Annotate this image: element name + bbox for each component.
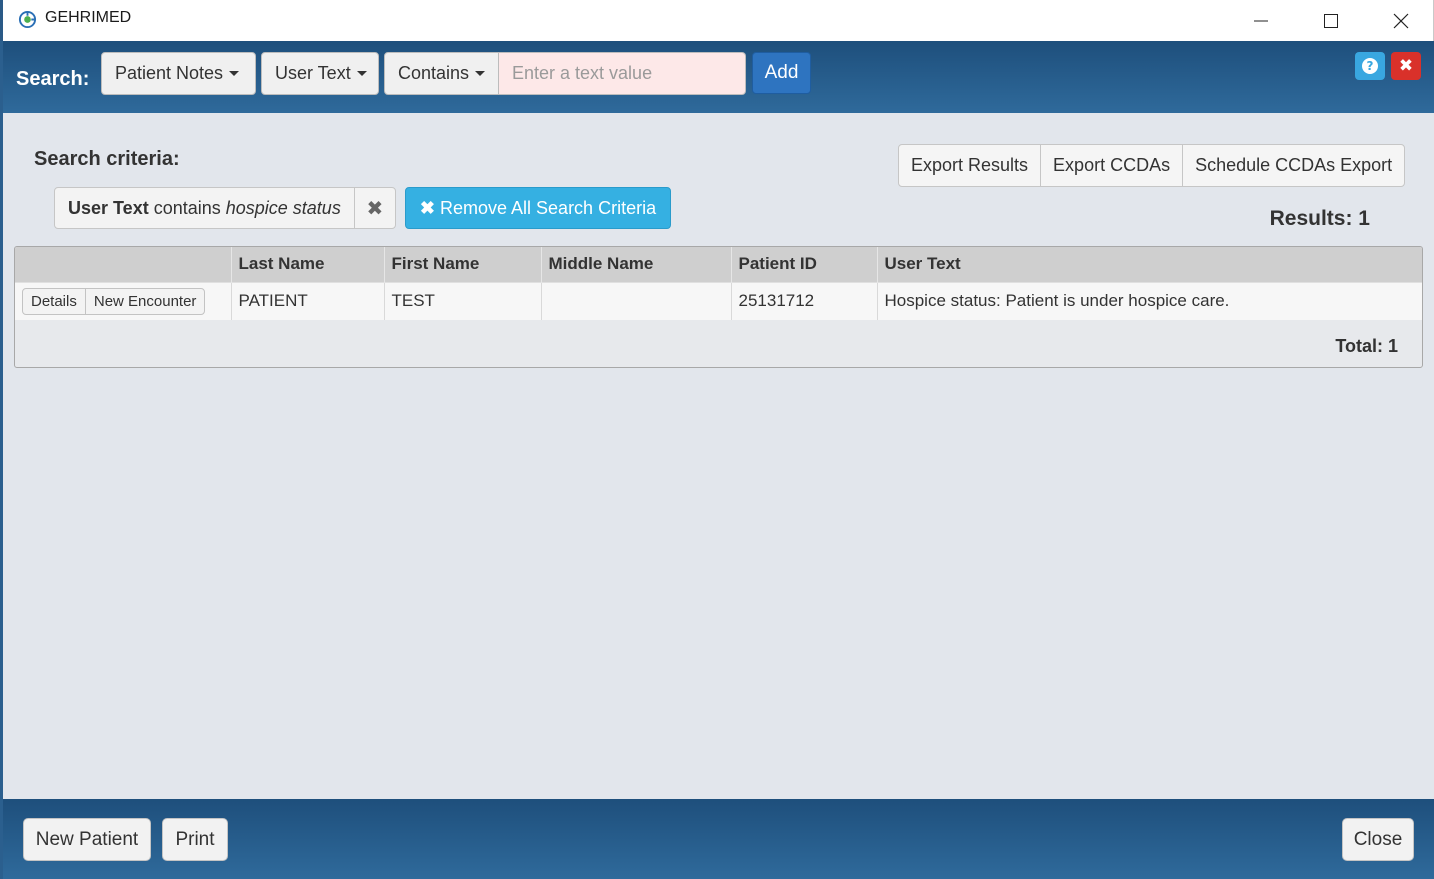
table-row[interactable]: Details New Encounter PATIENT TEST 25131… — [15, 281, 1422, 320]
column-header-patient-id[interactable]: Patient ID — [731, 247, 878, 282]
category-dropdown-label: Patient Notes — [115, 63, 224, 83]
row-action-buttons: Details New Encounter — [22, 287, 206, 315]
close-icon: ✖ — [419, 197, 435, 218]
gehrimed-logo-icon — [18, 10, 37, 29]
minimize-button[interactable] — [1226, 0, 1296, 41]
remove-all-criteria-button[interactable]: ✖ Remove All Search Criteria — [405, 187, 671, 229]
add-criteria-button[interactable]: Add — [752, 52, 811, 94]
table-total: Total: 1 — [1335, 336, 1398, 356]
close-icon: ✖ — [366, 196, 384, 220]
row-actions-cell: Details New Encounter — [15, 281, 232, 320]
window-close-button[interactable] — [1366, 0, 1434, 41]
footer-bar: New Patient Print Close — [3, 799, 1434, 879]
cell-last-name: PATIENT — [231, 281, 385, 320]
operator-dropdown-label: Contains — [398, 63, 470, 83]
results-count: Results: 1 — [1269, 207, 1370, 230]
remove-all-label: Remove All Search Criteria — [440, 197, 657, 218]
category-dropdown[interactable]: Patient Notes — [101, 52, 256, 95]
new-patient-button[interactable]: New Patient — [23, 818, 151, 861]
help-icon: ? — [1362, 58, 1378, 74]
column-header-user-text[interactable]: User Text — [877, 247, 1422, 282]
close-button[interactable]: Close — [1342, 818, 1414, 861]
caret-down-icon — [356, 71, 367, 76]
remove-criteria-button[interactable]: ✖ — [355, 188, 395, 228]
new-encounter-button[interactable]: New Encounter — [86, 289, 205, 314]
column-header-first-name[interactable]: First Name — [384, 247, 542, 282]
search-label: Search: — [16, 68, 90, 90]
criteria-field: User Text — [68, 197, 149, 218]
close-search-button[interactable]: ✖ — [1391, 52, 1421, 80]
maximize-button[interactable] — [1296, 0, 1366, 41]
schedule-ccdas-export-button[interactable]: Schedule CCDAs Export — [1183, 145, 1404, 186]
maximize-icon — [1324, 13, 1338, 28]
criteria-operator: contains — [148, 197, 226, 218]
field-dropdown[interactable]: User Text — [261, 52, 379, 95]
main-panel: Search criteria: User Text contains hosp… — [3, 113, 1434, 799]
criteria-chip: User Text contains hospice status ✖ — [54, 187, 396, 229]
details-button[interactable]: Details — [23, 288, 86, 314]
window-title: GEHRIMED — [45, 9, 132, 26]
help-button[interactable]: ? — [1355, 52, 1385, 80]
minimize-icon — [1254, 20, 1268, 21]
search-text-input[interactable] — [499, 52, 746, 95]
table-header-row: Last Name First Name Middle Name Patient… — [15, 247, 1422, 282]
export-ccdas-button[interactable]: Export CCDAs — [1041, 145, 1184, 186]
cell-patient-id: 25131712 — [731, 281, 878, 320]
export-button-group: Export Results Export CCDAs Schedule CCD… — [898, 144, 1406, 187]
criteria-chip-text: User Text contains hospice status — [55, 188, 355, 228]
window-titlebar: GEHRIMED — [0, 0, 1434, 41]
search-toolbar: Search: Patient Notes User Text Contains… — [3, 41, 1434, 113]
operator-dropdown[interactable]: Contains — [384, 52, 499, 95]
export-results-button[interactable]: Export Results — [899, 145, 1042, 186]
close-icon — [1393, 13, 1409, 28]
column-header-actions — [15, 247, 232, 282]
caret-down-icon — [229, 71, 240, 76]
cell-middle-name — [541, 281, 732, 320]
cell-first-name: TEST — [384, 281, 542, 320]
field-dropdown-label: User Text — [275, 63, 351, 83]
criteria-value: hospice status — [225, 197, 341, 218]
cell-user-text: Hospice status: Patient is under hospice… — [877, 281, 1422, 320]
caret-down-icon — [475, 71, 486, 76]
column-header-middle-name[interactable]: Middle Name — [541, 247, 732, 282]
print-button[interactable]: Print — [162, 818, 228, 861]
close-icon: ✖ — [1398, 56, 1414, 76]
criteria-title: Search criteria: — [34, 148, 180, 170]
results-table: Last Name First Name Middle Name Patient… — [14, 246, 1423, 368]
column-header-last-name[interactable]: Last Name — [231, 247, 385, 282]
